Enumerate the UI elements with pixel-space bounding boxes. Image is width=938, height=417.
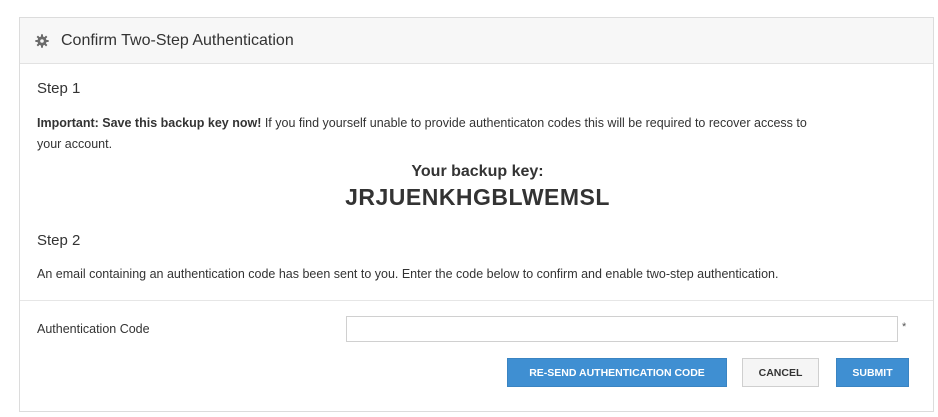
- step-1-message-line2: your account.: [37, 137, 113, 151]
- gear-icon: [35, 33, 49, 48]
- backup-key-value: JRJUENKHGBLWEMSL: [345, 184, 610, 210]
- auth-code-label: Authentication Code: [37, 322, 150, 336]
- panel-header: Confirm Two-Step Authentication: [20, 18, 933, 64]
- step-1-message: Important: Save this backup key now! If …: [37, 113, 927, 155]
- cancel-button[interactable]: CANCEL: [742, 358, 819, 387]
- section-divider: [20, 300, 933, 301]
- step-1-message-line1: If you find yourself unable to provide a…: [261, 116, 807, 130]
- step-2-title: Step 2: [37, 232, 81, 249]
- auth-code-input[interactable]: [346, 316, 898, 342]
- step-2-message: An email containing an authentication co…: [37, 267, 779, 281]
- step-1-title: Step 1: [37, 80, 81, 97]
- important-label: Important: Save this backup key now!: [37, 116, 262, 130]
- required-marker: *: [902, 321, 907, 333]
- backup-key-label: Your backup key:: [411, 163, 544, 180]
- panel-title: Confirm Two-Step Authentication: [61, 31, 294, 49]
- two-step-auth-panel: Confirm Two-Step Authentication Step 1 I…: [19, 17, 934, 412]
- resend-code-button[interactable]: RE-SEND AUTHENTICATION CODE: [507, 358, 727, 387]
- submit-button[interactable]: SUBMIT: [836, 358, 909, 387]
